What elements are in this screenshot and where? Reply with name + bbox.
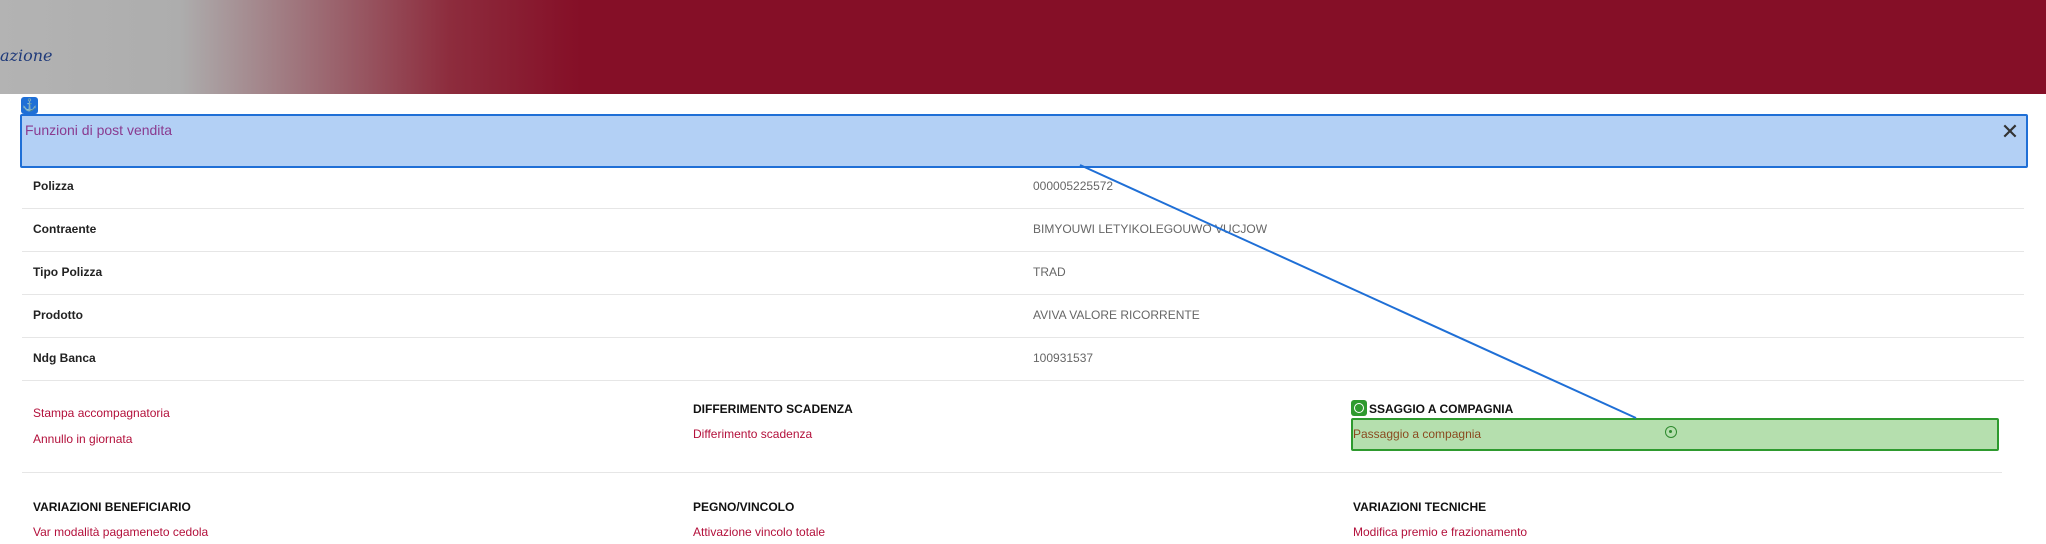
detail-label: Polizza — [33, 179, 74, 193]
link-var-modalita-pagamento[interactable]: Var modalità pagameneto cedola — [33, 525, 208, 539]
group-title-differimento: DIFFERIMENTO SCADENZA — [693, 402, 853, 416]
detail-row-ndg-banca: Ndg Banca 100931537 — [22, 337, 2024, 381]
top-banner: azione — [0, 0, 2046, 94]
brand-logo-text: azione — [0, 46, 53, 65]
link-annullo-in-giornata[interactable]: Annullo in giornata — [33, 432, 132, 446]
detail-row-prodotto: Prodotto AVIVA VALORE RICORRENTE — [22, 294, 2024, 338]
detail-label: Contraente — [33, 222, 97, 236]
detail-value: TRAD — [1033, 265, 1066, 279]
group-title-tecniche: VARIAZIONI TECNICHE — [1353, 500, 1487, 514]
close-icon[interactable]: ✕ — [1998, 120, 2022, 144]
panel-header: Funzioni di post vendita ✕ — [20, 114, 2028, 168]
link-differimento-scadenza[interactable]: Differimento scadenza — [693, 427, 812, 441]
crosshair-icon — [1665, 426, 1677, 438]
detail-row-contraente: Contraente BIMYOUWI LETYIKOLEGOUWO VUCJO… — [22, 208, 2024, 252]
detail-value: BIMYOUWI LETYIKOLEGOUWO VUCJOW — [1033, 222, 1268, 236]
detail-row-tipo-polizza: Tipo Polizza TRAD — [22, 251, 2024, 295]
anchor-icon: ⚓ — [21, 97, 38, 114]
detail-row-polizza: Polizza 000005225572 — [22, 165, 2024, 209]
link-attivazione-vincolo[interactable]: Attivazione vincolo totale — [693, 525, 825, 539]
section-divider — [22, 472, 2002, 473]
group-title-beneficiario: VARIAZIONI BENEFICIARIO — [33, 500, 191, 514]
group-title-passaggio: SSAGGIO A COMPAGNIA — [1369, 402, 1514, 416]
group-title-pegno: PEGNO/VINCOLO — [693, 500, 795, 514]
detail-value: 100931537 — [1033, 351, 1094, 365]
detail-label: Prodotto — [33, 308, 83, 322]
link-stampa-accompagnatoria[interactable]: Stampa accompagnatoria — [33, 406, 170, 420]
link-passaggio-a-compagnia[interactable]: Passaggio a compagnia — [1353, 427, 1481, 441]
panel-title: Funzioni di post vendita — [25, 122, 173, 138]
detail-value: AVIVA VALORE RICORRENTE — [1033, 308, 1200, 322]
detail-label: Ndg Banca — [33, 351, 96, 365]
detail-value: 000005225572 — [1033, 179, 1114, 193]
detail-label: Tipo Polizza — [33, 265, 103, 279]
link-modifica-premio[interactable]: Modifica premio e frazionamento — [1353, 525, 1527, 539]
target-icon — [1351, 400, 1367, 416]
